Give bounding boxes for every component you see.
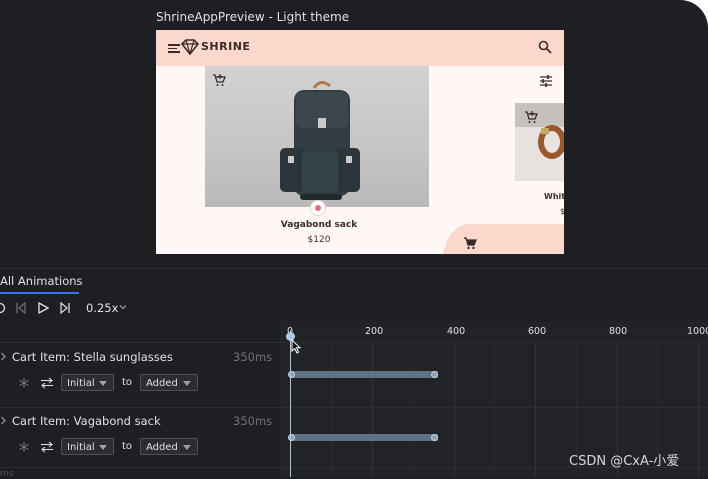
timeline-gridline [454,342,455,477]
swap-icon[interactable] [40,377,54,389]
side-product-price: $ [560,207,564,216]
tick-label: 800 [609,326,628,337]
app-preview: SHRINE Vagabond sack $120 Whit $ [156,30,564,254]
to-state-value: Added [146,378,178,389]
timeline-gridline [698,342,699,477]
freeze-icon[interactable] [18,377,30,389]
tick-label: 1000 [687,326,708,337]
chevron-right-icon[interactable] [0,352,7,361]
window-corner [668,0,708,40]
animation-duration: 350ms [233,414,273,428]
playback-speed-select[interactable]: 0.25x [86,301,118,315]
mouse-cursor-icon [291,339,301,354]
to-label: to [122,377,133,388]
to-state-select[interactable]: Added [140,374,198,391]
freeze-icon[interactable] [18,441,30,453]
shopping-cart-icon[interactable] [463,236,477,250]
diamond-logo-icon [181,39,199,55]
from-state-value: Initial [67,378,95,389]
caret-down-icon [183,381,191,386]
to-state-select[interactable]: Added [140,438,198,455]
skip-to-start-icon[interactable] [15,302,27,314]
chevron-right-icon[interactable] [0,416,7,425]
timeline-gridline [535,342,536,477]
keyframe-end[interactable] [431,371,438,378]
preview-title: ShrineAppPreview - Light theme [156,10,350,24]
add-to-cart-icon[interactable] [212,73,226,87]
menu-icon[interactable] [168,44,180,53]
side-product-name: Whit [544,192,564,201]
active-tab-indicator [0,292,79,294]
product-name: Vagabond sack [280,220,358,230]
tune-filter-icon[interactable] [539,74,553,88]
search-icon[interactable] [538,40,552,54]
timeline-gridline [494,342,495,477]
to-state-value: Added [146,442,178,453]
cart-drawer[interactable] [441,224,564,254]
to-label: to [122,441,133,452]
pane-divider[interactable] [281,321,282,477]
chevron-down-icon[interactable] [119,303,127,311]
tick-label: 400 [447,326,466,337]
animation-bar[interactable] [291,371,438,378]
animation-bar[interactable] [291,434,438,441]
tick-label: 600 [528,326,547,337]
skip-to-end-icon[interactable] [59,302,71,314]
add-to-cart-icon[interactable] [524,110,538,124]
brand-name: SHRINE [201,40,251,53]
timeline-gridline [413,342,414,477]
favorite-badge-icon[interactable] [310,200,326,216]
animation-row-title[interactable]: Cart Item: Stella sunglasses [12,350,173,364]
partial-row-text: ms [0,469,14,479]
belt-image [538,125,564,159]
tick-label: 200 [365,326,384,337]
from-state-select[interactable]: Initial [61,374,114,391]
watermark: CSDN @CxA-小爱 [569,454,680,469]
backpack-image [280,81,360,200]
product-price: $120 [307,235,331,245]
animation-duration: 350ms [233,350,273,364]
caret-down-icon [99,445,107,450]
animation-tabs [0,268,708,296]
row-separator [0,342,708,343]
keyframe-end[interactable] [431,434,438,441]
loop-icon[interactable] [0,302,6,314]
from-state-select[interactable]: Initial [61,438,114,455]
caret-down-icon [183,445,191,450]
row-separator [0,407,708,408]
from-state-value: Initial [67,442,95,453]
tab-all-animations[interactable]: All Animations [0,274,83,288]
timeline-gridline [331,342,332,477]
caret-down-icon [99,381,107,386]
swap-icon[interactable] [40,441,54,453]
animation-row-title[interactable]: Cart Item: Vagabond sack [12,414,161,428]
play-icon[interactable] [37,302,49,314]
timeline-gridline [372,342,373,477]
